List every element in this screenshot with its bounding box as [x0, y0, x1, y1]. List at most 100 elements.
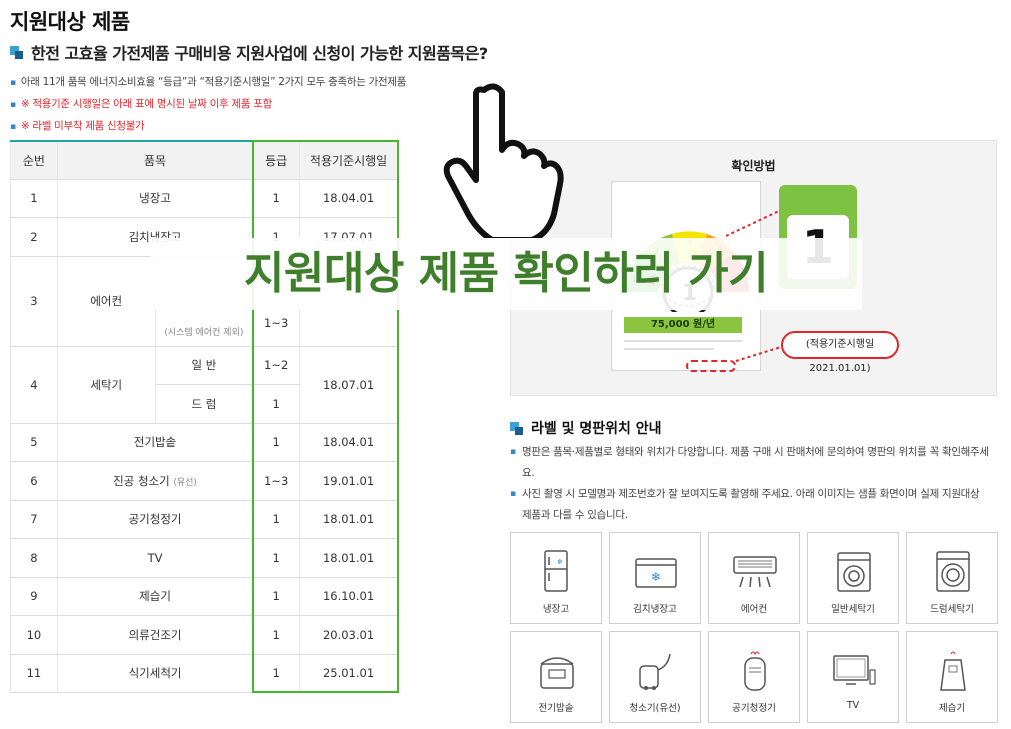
- cell-date: 25.01.01: [299, 653, 398, 693]
- go-check-banner[interactable]: 지원대상 제품 확인하러 가기: [150, 238, 862, 310]
- tile-label: TV: [846, 700, 860, 711]
- table-row: 5 전기밥솥 1 18.04.01: [10, 422, 398, 462]
- location-guide-title-text: 라벨 및 명판위치 안내: [531, 421, 662, 437]
- kimchi-refrigerator-icon: ❄: [635, 558, 677, 588]
- cell-subitem: 드 럼: [154, 384, 254, 424]
- section-square-icon: [10, 45, 23, 59]
- cell-subitem-note: (시스템 에어컨 제외): [164, 327, 244, 338]
- product-tiles: ❄ 냉장고 ❄ 김치냉장고 에어컨 일반세탁기 드럼세탁기 전기밥솥 청소기(유…: [510, 532, 999, 724]
- rice-cooker-icon: [540, 657, 574, 689]
- cell-grade: 1~3: [252, 461, 301, 501]
- cell-date: 18.01.01: [299, 538, 398, 578]
- cell-date: 16.10.01: [299, 576, 398, 616]
- tile-tv[interactable]: TV: [807, 631, 899, 723]
- svg-text:❄: ❄: [557, 558, 563, 566]
- cell-no: 9: [10, 576, 58, 616]
- note-date-rule: ※ 적용기준 시행일은 아래 표에 명시된 날짜 이후 제품 포함: [10, 94, 406, 116]
- header-grade: 등급: [252, 140, 301, 180]
- cell-no: 4: [10, 345, 58, 424]
- svg-text:❄: ❄: [651, 570, 661, 584]
- cell-date: 18.04.01: [299, 422, 398, 462]
- tile-kimchi-refrigerator[interactable]: ❄ 김치냉장고: [609, 532, 701, 624]
- location-guide-title: 라벨 및 명판위치 안내: [510, 418, 662, 438]
- cell-item: TV: [56, 538, 254, 578]
- cell-no: 11: [10, 653, 58, 693]
- tile-refrigerator[interactable]: ❄ 냉장고: [510, 532, 602, 624]
- tile-label: 냉장고: [542, 604, 570, 615]
- table-row: 6 진공 청소기 (유선) 1~3 19.01.01: [10, 461, 398, 501]
- page-title: 지원대상 제품: [10, 10, 130, 34]
- cell-no: 5: [10, 422, 58, 462]
- cell-item: 제습기: [56, 576, 254, 616]
- cell-date: 19.01.01: [299, 461, 398, 501]
- cell-date: 18.07.01: [299, 345, 398, 424]
- header-no: 순번: [10, 140, 58, 180]
- tile-vacuum-cleaner[interactable]: 청소기(유선): [609, 631, 701, 723]
- air-purifier-icon: [744, 651, 766, 691]
- cell-grade: 1~2: [252, 345, 301, 385]
- tile-label: 청소기(유선): [629, 703, 681, 714]
- cell-no: 10: [10, 615, 58, 655]
- location-guide-text: 명판은 품목·제품별로 형태와 위치가 다양합니다. 제품 구매 시 판매처에 …: [510, 442, 990, 526]
- tile-air-conditioner[interactable]: 에어컨: [708, 532, 800, 624]
- cell-item: 냉장고: [56, 178, 254, 218]
- section-question: 한전 고효율 가전제품 구매비용 지원사업에 신청이 가능한 지원품목은?: [10, 40, 488, 64]
- cell-grade: 1: [252, 653, 301, 693]
- cell-no: 7: [10, 499, 58, 539]
- table-row: 7 공기청정기 1 18.01.01: [10, 499, 398, 539]
- tile-label: 전기밥솥: [538, 703, 574, 714]
- panel-title: 확인방법: [731, 159, 776, 173]
- cell-grade: 1: [252, 615, 301, 655]
- tile-drum-washer[interactable]: 드럼세탁기: [906, 532, 998, 624]
- cell-date: 18.04.01: [299, 178, 398, 218]
- table-row: 9 제습기 1 16.10.01: [10, 576, 398, 616]
- tile-label: 김치냉장고: [633, 604, 677, 615]
- cell-date: 20.03.01: [299, 615, 398, 655]
- table-row: 8 TV 1 18.01.01: [10, 538, 398, 578]
- header-date: 적용기준시행일: [299, 140, 398, 180]
- section-square-icon: [510, 421, 523, 435]
- cell-no: 2: [10, 217, 58, 257]
- cell-grade: 1: [252, 538, 301, 578]
- question-text: 한전 고효율 가전제품 구매비용 지원사업에 신청이 가능한 지원품목은?: [31, 44, 488, 63]
- cell-item: 전기밥솥: [56, 422, 254, 462]
- cell-grade: 1: [252, 499, 301, 539]
- cell-item: 진공 청소기 (유선): [56, 461, 254, 501]
- location-note-2: 사진 촬영 시 모델명과 제조번호가 잘 보여지도록 촬영해 주세요. 아래 이…: [510, 484, 990, 526]
- tile-label: 드럼세탁기: [930, 604, 974, 615]
- refrigerator-icon: ❄: [544, 550, 568, 592]
- cell-item-text: 진공 청소기: [113, 473, 170, 488]
- table-row: 1 냉장고 1 18.04.01: [10, 178, 398, 218]
- tile-dehumidifier[interactable]: 제습기: [906, 631, 998, 723]
- table-row: 4 세탁기 일 반 1~2 18.07.01: [10, 345, 398, 424]
- tile-label: 제습기: [938, 703, 966, 714]
- cell-no: 6: [10, 461, 58, 501]
- cell-grade: 1: [252, 422, 301, 462]
- cell-item: 의류건조기: [56, 615, 254, 655]
- dehumidifier-icon: [940, 651, 966, 691]
- note-criteria: 아래 11개 품목 에너지소비효율 “등급”과 “적용기준시행일” 2가지 모두…: [10, 72, 407, 94]
- cell-no: 1: [10, 178, 58, 218]
- cell-no: 8: [10, 538, 58, 578]
- pointing-hand-icon: [443, 83, 564, 238]
- cell-item-note: (유선): [173, 477, 197, 488]
- air-conditioner-icon: [733, 556, 777, 588]
- tile-top-load-washer[interactable]: 일반세탁기: [807, 532, 899, 624]
- cell-date: 18.01.01: [299, 499, 398, 539]
- tv-icon: [833, 655, 876, 685]
- cell-item: 공기청정기: [56, 499, 254, 539]
- cell-item: 세탁기: [56, 345, 156, 424]
- tile-air-purifier[interactable]: 공기청정기: [708, 631, 800, 723]
- cell-subitem: 일 반: [154, 345, 254, 385]
- notes: 아래 11개 품목 에너지소비효율 “등급”과 “적용기준시행일” 2가지 모두…: [10, 72, 407, 138]
- annual-cost: 75,000 원/년: [624, 317, 742, 333]
- cell-no: 3: [10, 255, 58, 347]
- tile-rice-cooker[interactable]: 전기밥솥: [510, 631, 602, 723]
- effective-date-callout: (적용기준시행일 2021.01.01): [781, 331, 899, 374]
- drum-washer-icon: [936, 551, 970, 592]
- cell-grade: 1: [252, 178, 301, 218]
- header-item: 품목: [56, 140, 254, 180]
- table-row: 10 의류건조기 1 20.03.01: [10, 615, 398, 655]
- cell-item: 에어컨: [56, 255, 156, 347]
- eligible-items-table: 순번 품목 등급 적용기준시행일 1 냉장고 1 18.04.01 2 김치냉장…: [10, 140, 398, 693]
